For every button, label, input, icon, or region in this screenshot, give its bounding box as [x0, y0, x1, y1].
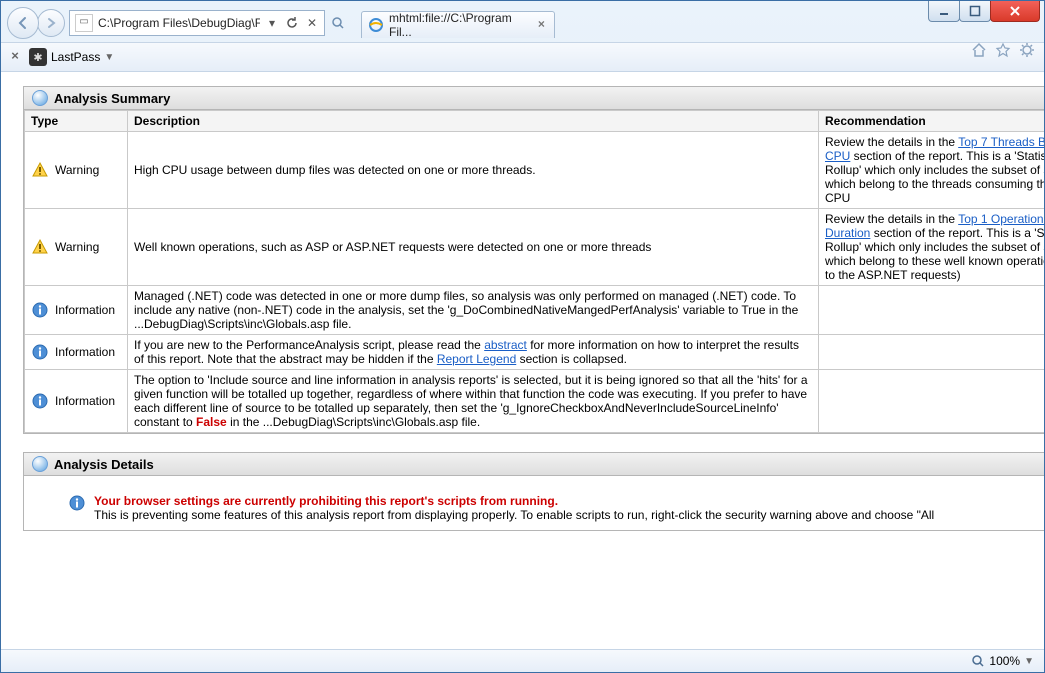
warning-icon [31, 161, 49, 179]
toolbar-close-icon[interactable]: × [7, 49, 23, 65]
script-blocked-explain: This is preventing some features of this… [94, 508, 934, 522]
desc-text-post: section is collapsed. [516, 352, 627, 366]
type-label: Warning [55, 240, 99, 254]
abstract-link[interactable]: abstract [484, 338, 527, 352]
type-label: Information [55, 345, 115, 359]
home-icon[interactable] [970, 41, 988, 59]
rec-cell [819, 335, 1045, 370]
info-icon [31, 343, 49, 361]
browser-tab[interactable]: mhtml:file://C:\Program Fil... × [361, 11, 555, 38]
script-blocked-warning: Your browser settings are currently proh… [94, 494, 934, 508]
report-legend-link[interactable]: Report Legend [437, 352, 516, 366]
summary-table: Type Description Recommendation [24, 110, 1044, 433]
refresh-icon[interactable] [282, 13, 302, 33]
analysis-details-title: Analysis Details [54, 457, 154, 472]
details-body: Your browser settings are currently proh… [24, 476, 1044, 530]
type-label: Warning [55, 163, 99, 177]
report-body: Analysis Summary Type Description Recomm… [1, 72, 1044, 569]
extension-name[interactable]: LastPass [51, 50, 100, 64]
favorites-icon[interactable] [994, 41, 1012, 59]
table-row: Warning Well known operations, such as A… [25, 209, 1045, 286]
chrome-right-controls [970, 41, 1036, 59]
close-button[interactable] [990, 1, 1040, 22]
tab-title: mhtml:file://C:\Program Fil... [389, 11, 530, 39]
analysis-details-header: Analysis Details [24, 453, 1044, 476]
table-row: Warning High CPU usage between dump file… [25, 132, 1045, 209]
section-bullet-icon [32, 456, 48, 472]
ie-icon [368, 17, 384, 33]
col-description: Description [128, 111, 819, 132]
rec-cell: Review the details in the Top 1 Operatio… [819, 209, 1045, 286]
desc-cell: If you are new to the PerformanceAnalysi… [128, 335, 819, 370]
tools-icon[interactable] [1018, 41, 1036, 59]
rec-cell [819, 370, 1045, 433]
rec-text-post: section of the report. This is a 'Statis… [825, 149, 1044, 205]
type-label: Information [55, 394, 115, 408]
zoom-dropdown-icon[interactable]: ▼ [1024, 656, 1034, 667]
info-icon [68, 494, 86, 512]
desc-cell: The option to 'Include source and line i… [128, 370, 819, 433]
table-row: Information Managed (.NET) code was dete… [25, 286, 1045, 335]
false-keyword: False [196, 415, 227, 429]
navigation-bar: ▭ ▾ ✕ mhtml:file://C:\Program Fil... × [1, 1, 1044, 42]
extension-toolbar: × ✱ LastPass ▼ [1, 42, 1044, 72]
stop-icon[interactable]: ✕ [302, 13, 322, 33]
warning-icon [31, 238, 49, 256]
rec-cell: Review the details in the Top 7 Threads … [819, 132, 1045, 209]
info-icon [31, 301, 49, 319]
address-bar[interactable]: ▭ ▾ ✕ [69, 10, 325, 36]
lastpass-icon[interactable]: ✱ [29, 48, 47, 66]
rec-text: Review the details in the [825, 135, 958, 149]
desc-cell: Well known operations, such as ASP or AS… [128, 209, 819, 286]
analysis-summary-header: Analysis Summary [24, 87, 1044, 110]
search-icon[interactable] [325, 13, 351, 33]
maximize-button[interactable] [959, 1, 991, 22]
rec-text: Review the details in the [825, 212, 958, 226]
col-type: Type [25, 111, 128, 132]
analysis-summary-title: Analysis Summary [54, 91, 170, 106]
table-row: Information If you are new to the Perfor… [25, 335, 1045, 370]
window-controls [929, 1, 1040, 22]
desc-text-post: in the ...DebugDiag\Scripts\inc\Globals.… [227, 415, 480, 429]
analysis-details-section: Analysis Details Your browser settings a… [23, 452, 1044, 531]
tab-strip: mhtml:file://C:\Program Fil... × [361, 11, 555, 38]
address-dropdown-icon[interactable]: ▾ [262, 13, 282, 33]
info-icon [31, 392, 49, 410]
desc-cell: High CPU usage between dump files was de… [128, 132, 819, 209]
col-recommendation: Recommendation [819, 111, 1045, 132]
zoom-icon[interactable] [970, 653, 986, 669]
desc-cell: Managed (.NET) code was detected in one … [128, 286, 819, 335]
page-icon: ▭ [75, 14, 93, 32]
analysis-summary-section: Analysis Summary Type Description Recomm… [23, 86, 1044, 434]
zoom-level[interactable]: 100% [989, 654, 1020, 668]
type-label: Information [55, 303, 115, 317]
extension-dropdown-icon[interactable]: ▼ [104, 52, 114, 63]
address-input[interactable] [96, 15, 262, 31]
browser-window: ▭ ▾ ✕ mhtml:file://C:\Program Fil... × [0, 0, 1045, 673]
tab-close-icon[interactable]: × [535, 18, 548, 32]
rec-cell [819, 286, 1045, 335]
status-bar: 100% ▼ [1, 649, 1044, 672]
forward-button[interactable] [37, 9, 65, 37]
minimize-button[interactable] [928, 1, 960, 22]
section-bullet-icon [32, 90, 48, 106]
nav-buttons [7, 7, 63, 39]
page-viewport[interactable]: Analysis Summary Type Description Recomm… [1, 72, 1044, 649]
back-button[interactable] [7, 7, 39, 39]
table-row: Information The option to 'Include sourc… [25, 370, 1045, 433]
desc-text: If you are new to the PerformanceAnalysi… [134, 338, 484, 352]
